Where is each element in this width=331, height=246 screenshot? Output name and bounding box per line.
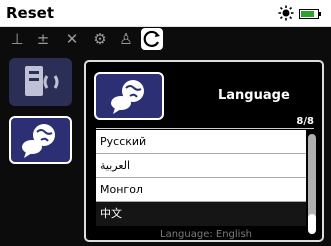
levels-icon[interactable]: ± — [34, 30, 52, 48]
current-language-label: Language: English — [160, 229, 253, 240]
battery-icon — [299, 9, 321, 19]
gear-icon[interactable]: ⚙ — [91, 30, 109, 48]
item-count: 8/8 — [296, 116, 314, 127]
user-icon[interactable]: ♙ — [117, 30, 135, 48]
refresh-icon[interactable] — [141, 28, 163, 50]
window-title: Reset — [6, 4, 54, 22]
language-dialog: Language 8/8 Русский العربية Монгол 中文 L… — [84, 60, 324, 242]
divider — [96, 128, 314, 129]
wrench-screwdriver-icon[interactable]: ✕ — [63, 30, 81, 48]
list-item-arabic[interactable]: العربية — [96, 154, 306, 178]
battery-fill — [301, 11, 314, 17]
scrollbar-thumb[interactable] — [308, 214, 316, 234]
sun-icon — [278, 5, 294, 21]
language-tile[interactable] — [9, 116, 72, 164]
level-icon[interactable]: ⊥ — [8, 30, 26, 48]
dialog-title: Language — [218, 88, 290, 103]
scrollbar[interactable] — [308, 134, 316, 234]
factory-reset-icon — [25, 66, 59, 96]
language-icon — [22, 124, 55, 158]
list-item-russian[interactable]: Русский — [96, 130, 306, 154]
list-item-mongolian[interactable]: Монгол — [96, 178, 306, 202]
list-item-chinese[interactable]: 中文 — [96, 202, 306, 226]
settings-tile[interactable] — [9, 58, 72, 106]
language-list[interactable]: Русский العربية Монгол 中文 Language: Engl… — [96, 130, 306, 240]
window-header: Reset — [0, 0, 331, 27]
language-icon — [94, 72, 164, 120]
